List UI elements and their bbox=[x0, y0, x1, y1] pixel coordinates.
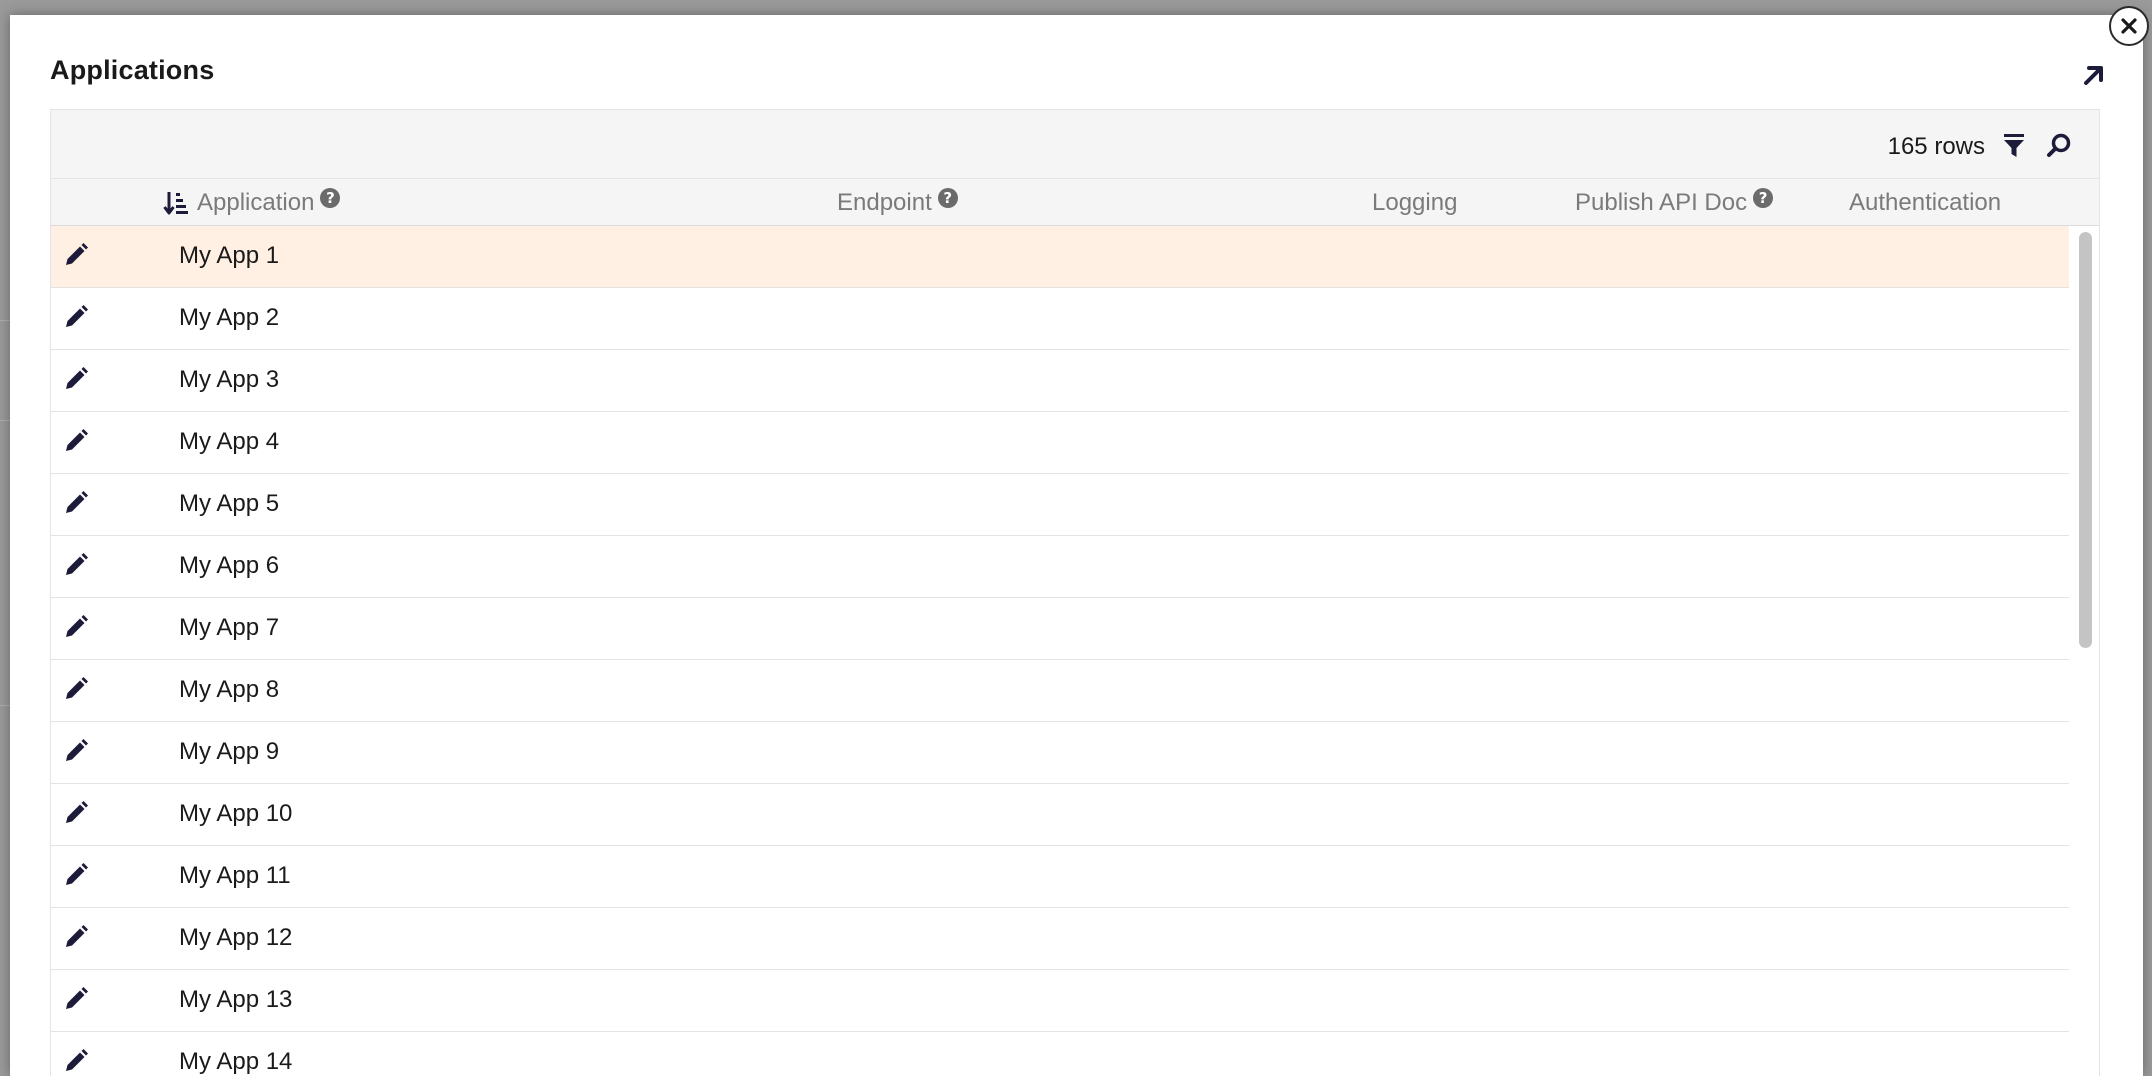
column-header-logging[interactable]: Logging bbox=[1372, 189, 1457, 217]
pencil-icon bbox=[66, 739, 88, 761]
application-name: My App 9 bbox=[179, 738, 280, 765]
application-name: My App 6 bbox=[179, 552, 280, 579]
table-row[interactable]: My App 4 bbox=[51, 412, 2069, 474]
application-name: My App 2 bbox=[179, 304, 280, 331]
column-header-application[interactable]: Application ? bbox=[163, 188, 341, 217]
application-name: My App 14 bbox=[179, 1048, 293, 1075]
pencil-icon bbox=[66, 367, 88, 389]
help-icon[interactable]: ? bbox=[937, 188, 958, 208]
edit-button[interactable] bbox=[61, 488, 91, 518]
arrow-up-right-icon bbox=[2084, 66, 2103, 85]
help-icon[interactable]: ? bbox=[320, 188, 341, 208]
table-row[interactable]: My App 7 bbox=[51, 598, 2069, 660]
filter-icon bbox=[2004, 134, 2024, 157]
pencil-icon bbox=[66, 243, 88, 265]
edit-button[interactable] bbox=[61, 426, 91, 456]
application-name: My App 8 bbox=[179, 676, 280, 703]
applications-dialog: Applications 165 rows Application ? Endp… bbox=[10, 15, 2143, 1076]
pencil-icon bbox=[66, 429, 88, 451]
sort-ascending-icon[interactable] bbox=[163, 190, 189, 216]
pencil-icon bbox=[66, 615, 88, 637]
edit-button[interactable] bbox=[61, 860, 91, 890]
application-name: My App 7 bbox=[179, 614, 280, 641]
application-name: My App 1 bbox=[179, 242, 280, 269]
edit-button[interactable] bbox=[61, 674, 91, 704]
application-name: My App 3 bbox=[179, 366, 280, 393]
pencil-icon bbox=[66, 677, 88, 699]
table-row[interactable]: My App 2 bbox=[51, 288, 2069, 350]
table-row[interactable]: My App 13 bbox=[51, 970, 2069, 1032]
help-icon[interactable]: ? bbox=[1753, 188, 1774, 208]
edit-button[interactable] bbox=[61, 1046, 91, 1076]
table-row[interactable]: My App 9 bbox=[51, 722, 2069, 784]
edit-button[interactable] bbox=[61, 922, 91, 952]
table-row[interactable]: My App 11 bbox=[51, 846, 2069, 908]
pencil-icon bbox=[66, 1049, 88, 1071]
grid-body: My App 1 My App 2 My App 3 My App 4 My A… bbox=[51, 226, 2069, 1076]
column-header-row: Application ? Endpoint ? Logging Publish… bbox=[51, 179, 2099, 226]
application-name: My App 12 bbox=[179, 924, 293, 951]
table-row[interactable]: My App 6 bbox=[51, 536, 2069, 598]
application-name: My App 4 bbox=[179, 428, 280, 455]
dialog-title: Applications bbox=[50, 55, 215, 85]
edit-button[interactable] bbox=[61, 736, 91, 766]
column-label-application: Application bbox=[197, 189, 315, 216]
application-name: My App 10 bbox=[179, 800, 293, 827]
filter-button[interactable] bbox=[2001, 132, 2027, 160]
column-header-endpoint[interactable]: Endpoint ? bbox=[837, 188, 958, 217]
edit-button[interactable] bbox=[61, 798, 91, 828]
column-label-logging: Logging bbox=[1372, 189, 1458, 216]
grid-toolbar: 165 rows bbox=[51, 110, 2099, 179]
expand-button[interactable] bbox=[2077, 58, 2111, 92]
table-row[interactable]: My App 1 bbox=[51, 226, 2069, 288]
pencil-icon bbox=[66, 801, 88, 823]
pencil-icon bbox=[66, 863, 88, 885]
row-count: 165 rows bbox=[1887, 133, 1985, 160]
pencil-icon bbox=[66, 491, 88, 513]
application-name: My App 5 bbox=[179, 490, 280, 517]
edit-button[interactable] bbox=[61, 302, 91, 332]
edit-button[interactable] bbox=[61, 984, 91, 1014]
edit-button[interactable] bbox=[61, 240, 91, 270]
column-label-authentication: Authentication bbox=[1849, 189, 2002, 216]
applications-grid: 165 rows Application ? Endpoint ? Loggin… bbox=[50, 109, 2100, 1076]
column-label-endpoint: Endpoint bbox=[837, 189, 932, 216]
edit-button[interactable] bbox=[61, 550, 91, 580]
vertical-scrollbar[interactable] bbox=[2071, 228, 2097, 1076]
table-row[interactable]: My App 5 bbox=[51, 474, 2069, 536]
edit-button[interactable] bbox=[61, 612, 91, 642]
close-button[interactable] bbox=[2109, 6, 2149, 46]
column-header-authentication[interactable]: Authentication bbox=[1849, 189, 2001, 217]
pencil-icon bbox=[66, 925, 88, 947]
application-name: My App 13 bbox=[179, 986, 293, 1013]
application-name: My App 11 bbox=[179, 862, 291, 889]
close-icon bbox=[2121, 18, 2137, 34]
search-icon bbox=[2047, 133, 2071, 157]
scrollbar-thumb[interactable] bbox=[2079, 232, 2092, 648]
table-row[interactable]: My App 12 bbox=[51, 908, 2069, 970]
table-row[interactable]: My App 3 bbox=[51, 350, 2069, 412]
edit-button[interactable] bbox=[61, 364, 91, 394]
pencil-icon bbox=[66, 305, 88, 327]
table-row[interactable]: My App 8 bbox=[51, 660, 2069, 722]
pencil-icon bbox=[66, 553, 88, 575]
column-header-publish-api-doc[interactable]: Publish API Doc ? bbox=[1575, 188, 1774, 217]
search-button[interactable] bbox=[2045, 132, 2073, 160]
table-row[interactable]: My App 14 bbox=[51, 1032, 2069, 1076]
column-label-publish-api-doc: Publish API Doc bbox=[1575, 189, 1748, 216]
pencil-icon bbox=[66, 987, 88, 1009]
table-row[interactable]: My App 10 bbox=[51, 784, 2069, 846]
